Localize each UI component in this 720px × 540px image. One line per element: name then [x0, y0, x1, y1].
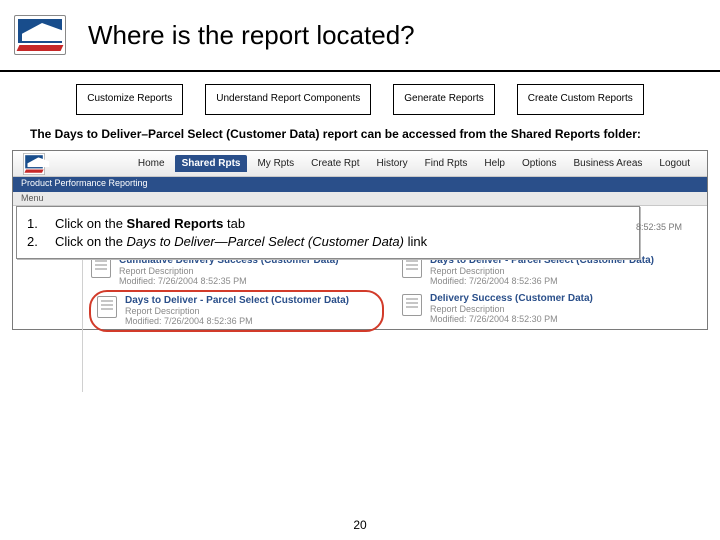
report-modified: Modified: 7/26/2004 8:52:35 PM: [119, 276, 339, 286]
menu-label: Menu: [21, 193, 44, 204]
screenshot-nav: Home Shared Rpts My Rpts Create Rpt Hist…: [131, 155, 697, 172]
tab-create-custom-reports: Create Custom Reports: [517, 84, 644, 115]
report-title: Delivery Success (Customer Data): [430, 294, 593, 304]
step-1-text: Click on the Shared Reports tab: [55, 215, 427, 233]
nav-shared-rpts[interactable]: Shared Rpts: [175, 155, 248, 172]
concept-tabs: Customize Reports Understand Report Comp…: [0, 72, 720, 121]
report-desc: Report Description: [125, 306, 349, 316]
title-bar: Where is the report located?: [0, 0, 720, 72]
nav-home[interactable]: Home: [131, 155, 172, 172]
screenshot: Home Shared Rpts My Rpts Create Rpt Hist…: [12, 150, 708, 376]
page-number: 20: [0, 518, 720, 532]
step-number-1: 1.: [27, 215, 55, 233]
report-icon: [91, 256, 111, 278]
nav-help[interactable]: Help: [477, 155, 512, 172]
usps-logo-icon: [14, 15, 66, 55]
screenshot-subbar: Menu: [13, 192, 707, 206]
screenshot-product-bar: Product Performance Reporting: [13, 177, 707, 192]
nav-create-rpt[interactable]: Create Rpt: [304, 155, 366, 172]
usps-logo-small-icon: [23, 153, 45, 175]
report-icon: [97, 296, 117, 318]
report-delivery-success[interactable]: Delivery Success (Customer Data) Report …: [400, 290, 695, 332]
report-desc: Report Description: [430, 304, 593, 314]
report-days-to-deliver-circled[interactable]: Days to Deliver - Parcel Select (Custome…: [89, 290, 384, 332]
step-2-text: Click on the Days to Deliver—Parcel Sele…: [55, 233, 427, 251]
report-icon: [402, 294, 422, 316]
report-title: Days to Deliver - Parcel Select (Custome…: [125, 296, 349, 306]
page-title: Where is the report located?: [88, 20, 415, 51]
nav-options[interactable]: Options: [515, 155, 563, 172]
intro-text: The Days to Deliver–Parcel Select (Custo…: [0, 121, 720, 149]
nav-history[interactable]: History: [370, 155, 415, 172]
instruction-box: 1. Click on the Shared Reports tab 2. Cl…: [16, 206, 640, 259]
report-desc: Report Description: [430, 266, 654, 276]
tab-understand-report-components: Understand Report Components: [205, 84, 371, 115]
screenshot-topbar: Home Shared Rpts My Rpts Create Rpt Hist…: [13, 151, 707, 177]
nav-find-rpts[interactable]: Find Rpts: [418, 155, 475, 172]
timestamp-overflow: 8:52:35 PM: [636, 222, 682, 232]
tab-customize-reports: Customize Reports: [76, 84, 183, 115]
report-modified: Modified: 7/26/2004 8:52:30 PM: [430, 314, 593, 324]
report-modified: Modified: 7/26/2004 8:52:36 PM: [125, 316, 349, 326]
step-number-2: 2.: [27, 233, 55, 251]
report-icon: [402, 256, 422, 278]
report-desc: Report Description: [119, 266, 339, 276]
report-modified: Modified: 7/26/2004 8:52:36 PM: [430, 276, 654, 286]
nav-my-rpts[interactable]: My Rpts: [250, 155, 301, 172]
nav-logout[interactable]: Logout: [652, 155, 697, 172]
nav-business-areas[interactable]: Business Areas: [566, 155, 649, 172]
tab-generate-reports: Generate Reports: [393, 84, 495, 115]
